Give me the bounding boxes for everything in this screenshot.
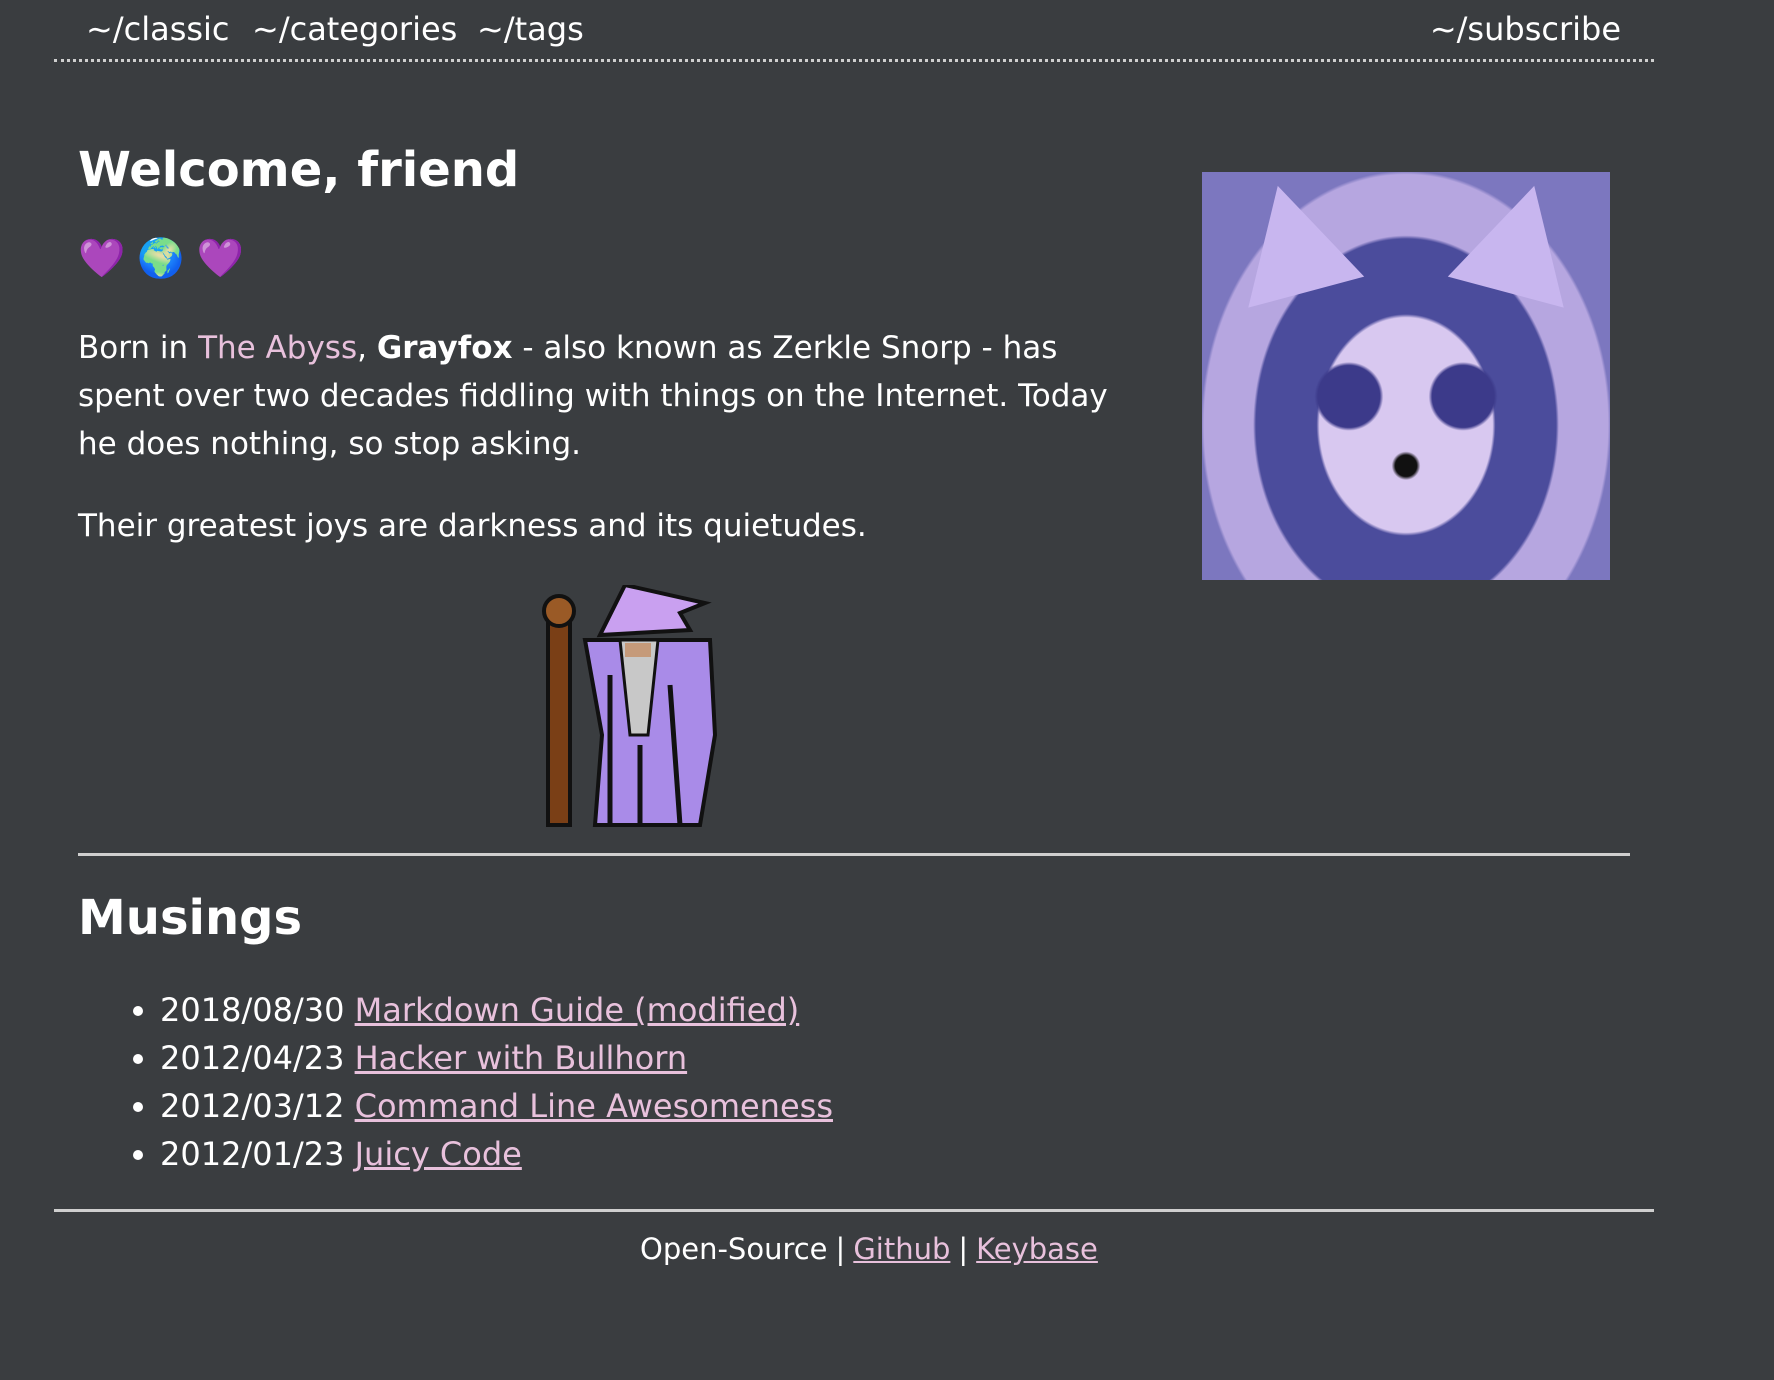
nav-classic-link[interactable]: ~/classic [86,10,230,48]
github-link[interactable]: Github [853,1232,950,1266]
keybase-link[interactable]: Keybase [976,1232,1098,1266]
welcome-heading: Welcome, friend [78,142,520,198]
list-item: 2012/04/23 Hacker with Bullhorn [160,1034,833,1082]
musings-heading: Musings [78,890,303,946]
bio-prefix: Born in [78,330,199,366]
post-link[interactable]: Command Line Awesomeness [355,1087,833,1125]
post-link[interactable]: Juicy Code [355,1135,522,1173]
joys-paragraph: Their greatest joys are darkness and its… [78,508,867,544]
list-item: 2012/03/12 Command Line Awesomeness [160,1082,833,1130]
abyss-link[interactable]: The Abyss [198,330,357,366]
fox-ear-right [1447,170,1593,308]
nav-tags-link[interactable]: ~/tags [477,10,584,48]
wizard-pixel-image [542,585,718,827]
musings-list: 2018/08/30 Markdown Guide (modified) 201… [120,986,833,1178]
emoji-row: 💜 🌍 💜 [78,236,244,281]
open-source-label: Open-Source [640,1232,828,1266]
post-link[interactable]: Markdown Guide (modified) [355,991,800,1029]
post-date: 2018/08/30 [160,991,345,1029]
post-date: 2012/04/23 [160,1039,345,1077]
top-nav: ~/classic ~/categories ~/tags ~/subscrib… [54,0,1654,62]
nav-categories-link[interactable]: ~/categories [252,10,457,48]
fox-ear-left [1219,170,1365,308]
list-item: 2018/08/30 Markdown Guide (modified) [160,986,833,1034]
section-divider [78,853,1630,856]
post-date: 2012/01/23 [160,1135,345,1173]
footer: Open-Source | Github | Keybase [640,1232,1098,1266]
purple-heart-icon: 💜 [78,236,126,280]
globe-icon: 🌍 [137,236,185,280]
list-item: 2012/01/23 Juicy Code [160,1130,833,1178]
purple-heart-icon: 💜 [196,236,244,280]
fox-avatar-image [1202,170,1610,580]
bio-comma: , [357,330,377,366]
post-link[interactable]: Hacker with Bullhorn [355,1039,687,1077]
bio-paragraph: Born in The Abyss, Grayfox - also known … [78,324,1148,468]
footer-separator: | [958,1232,969,1266]
nav-subscribe-link[interactable]: ~/subscribe [1430,10,1621,48]
bio-name: Grayfox [376,330,513,366]
footer-divider [54,1209,1654,1212]
post-date: 2012/03/12 [160,1087,345,1125]
footer-separator: | [835,1232,846,1266]
